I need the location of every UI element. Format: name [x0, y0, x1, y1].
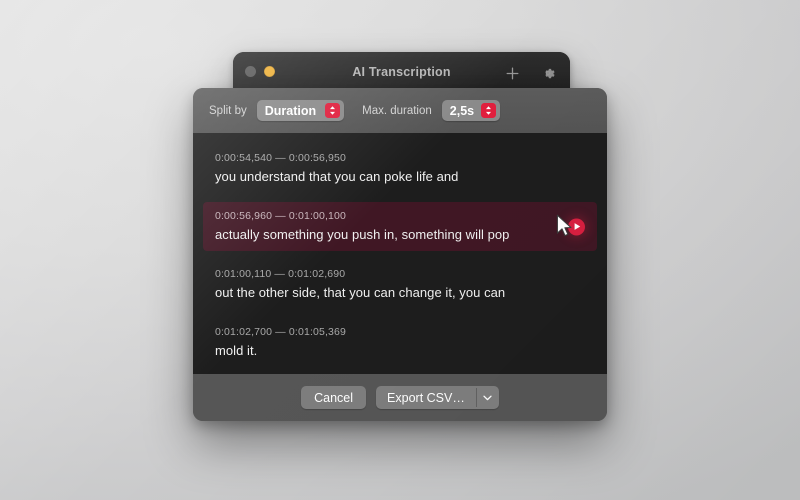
chevron-down-icon[interactable]	[477, 386, 499, 409]
split-by-stepper-icon[interactable]	[325, 103, 341, 118]
desktop-background: AI Transcription Split by Duration Max. …	[0, 0, 800, 500]
split-by-label: Split by	[209, 104, 247, 117]
sheet-footer: Cancel Export CSV…	[193, 374, 607, 421]
export-csv-button[interactable]: Export CSV…	[376, 386, 476, 409]
transcript-text: you understand that you can poke life an…	[215, 169, 459, 184]
cancel-button[interactable]: Cancel	[301, 386, 367, 409]
play-icon[interactable]	[568, 218, 585, 235]
max-duration-label: Max. duration	[362, 104, 432, 117]
max-duration-popup[interactable]: 2,5s	[441, 100, 501, 121]
gear-icon[interactable]	[538, 63, 558, 83]
transcript-text: mold it.	[215, 343, 258, 358]
split-by-popup[interactable]: Duration	[256, 100, 345, 121]
split-by-value: Duration	[264, 103, 317, 118]
transcript-text: actually something you push in, somethin…	[215, 227, 510, 242]
transcript-row[interactable]: 0:00:54,540 — 0:00:56,950 you understand…	[203, 144, 597, 193]
transcript-timestamp: 0:00:54,540 — 0:00:56,950	[215, 152, 347, 164]
transcript-row[interactable]: 0:01:02,700 — 0:01:05,369 mold it.	[203, 318, 597, 367]
transcript-list[interactable]: 0:00:54,540 — 0:00:56,950 you understand…	[193, 133, 607, 374]
transcript-row[interactable]: 0:01:00,110 — 0:01:02,690 out the other …	[203, 260, 597, 309]
transcript-timestamp: 0:01:00,110 — 0:01:02,690	[215, 268, 346, 280]
max-duration-value: 2,5s	[449, 103, 475, 118]
export-sheet: Split by Duration Max. duration 2,5s 0:0…	[193, 88, 607, 421]
export-csv-split-button: Export CSV…	[376, 386, 499, 409]
titlebar-actions	[502, 63, 558, 83]
plus-icon[interactable]	[502, 63, 522, 83]
transcript-timestamp: 0:01:02,700 — 0:01:05,369	[215, 326, 347, 338]
transcript-timestamp: 0:00:56,960 — 0:01:00,100	[215, 210, 347, 222]
sheet-toolbar: Split by Duration Max. duration 2,5s	[193, 88, 607, 133]
transcript-text: out the other side, that you can change …	[215, 285, 506, 300]
max-duration-stepper-icon[interactable]	[481, 103, 497, 118]
transcript-row-selected[interactable]: 0:00:56,960 — 0:01:00,100 actually somet…	[203, 202, 597, 251]
